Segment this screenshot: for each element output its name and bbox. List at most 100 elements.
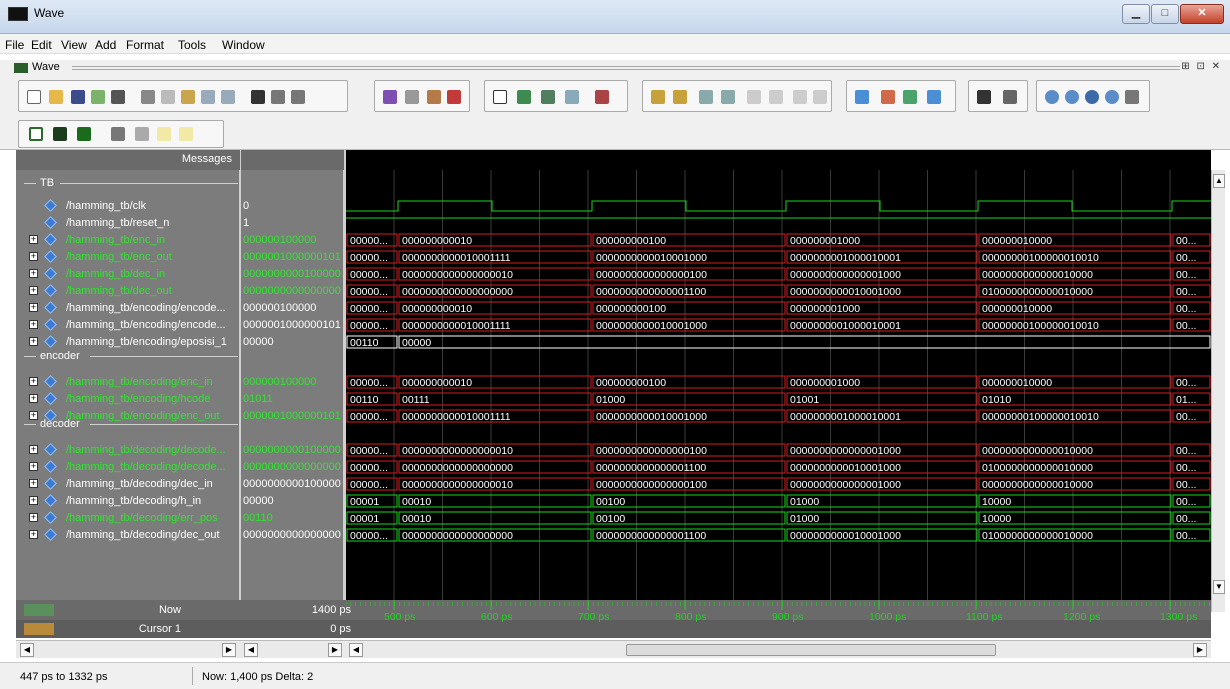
reload-icon[interactable] bbox=[91, 90, 105, 104]
expand-toggle-icon[interactable]: + bbox=[29, 252, 38, 261]
signal-name[interactable]: /hamming_tb/encoding/encode... bbox=[66, 300, 238, 316]
minimize-button[interactable]: ▁ bbox=[1122, 4, 1150, 24]
redo-icon[interactable] bbox=[221, 90, 235, 104]
open-folder-icon[interactable] bbox=[49, 90, 63, 104]
select-mode-icon[interactable] bbox=[493, 90, 507, 104]
cursor-label[interactable]: Cursor 1 bbox=[139, 623, 181, 635]
maximize-button[interactable]: □ bbox=[1151, 4, 1179, 24]
wave-format-icon[interactable] bbox=[29, 127, 43, 141]
now-row-icons[interactable] bbox=[24, 604, 54, 616]
tree-icon[interactable] bbox=[271, 90, 285, 104]
edge-icon[interactable] bbox=[793, 90, 807, 104]
expand-toggle-icon[interactable]: + bbox=[29, 462, 38, 471]
cursor-row-icons[interactable] bbox=[24, 623, 54, 635]
signal-name[interactable]: /hamming_tb/clk bbox=[66, 198, 238, 214]
new-file-icon[interactable] bbox=[27, 90, 41, 104]
signal-name[interactable]: /hamming_tb/encoding/enc_out bbox=[66, 408, 238, 424]
signal-name[interactable]: /hamming_tb/encoding/encode... bbox=[66, 317, 238, 333]
close-button[interactable]: ✕ bbox=[1180, 4, 1224, 24]
scroll-up-icon[interactable]: ▲ bbox=[1213, 174, 1225, 188]
expand-toggle-icon[interactable]: + bbox=[29, 286, 38, 295]
menu-format[interactable]: Format bbox=[126, 38, 164, 52]
edge-icon[interactable] bbox=[769, 90, 783, 104]
wave-format-icon[interactable] bbox=[111, 127, 125, 141]
scroll-down-icon[interactable]: ▼ bbox=[1213, 580, 1225, 594]
group-tb[interactable]: TB bbox=[40, 176, 54, 190]
expand-toggle-icon[interactable]: + bbox=[29, 394, 38, 403]
menu-edit[interactable]: Edit bbox=[31, 38, 52, 52]
expand-toggle-icon[interactable]: + bbox=[29, 235, 38, 244]
wave-format-icon[interactable] bbox=[135, 127, 149, 141]
wave-format-icon[interactable] bbox=[77, 127, 91, 141]
expand-toggle-icon[interactable]: + bbox=[29, 411, 38, 420]
names-scroll-right-icon[interactable]: ▶ bbox=[222, 643, 236, 657]
menu-add[interactable]: Add bbox=[95, 38, 116, 52]
group-encoder[interactable]: encoder bbox=[40, 349, 80, 363]
edge-icon[interactable] bbox=[747, 90, 761, 104]
bookmark-go-icon[interactable] bbox=[903, 90, 917, 104]
expand-toggle-icon[interactable]: + bbox=[29, 320, 38, 329]
copy-icon[interactable] bbox=[161, 90, 175, 104]
menu-tools[interactable]: Tools bbox=[178, 38, 206, 52]
signal-name[interactable]: /hamming_tb/encoding/enc_in bbox=[66, 374, 238, 390]
signal-name[interactable]: /hamming_tb/encoding/hcode bbox=[66, 391, 238, 407]
wave-scroll-right-icon[interactable]: ▶ bbox=[1193, 643, 1207, 657]
edge-icon[interactable] bbox=[813, 90, 827, 104]
signal-name[interactable]: /hamming_tb/decoding/dec_out bbox=[66, 527, 238, 543]
zoom-full-icon[interactable] bbox=[1085, 90, 1099, 104]
expand-toggle-icon[interactable]: + bbox=[29, 496, 38, 505]
zoom-mode-icon[interactable] bbox=[517, 90, 531, 104]
signal-name[interactable]: /hamming_tb/dec_in bbox=[66, 266, 238, 282]
wave-format-icon[interactable] bbox=[53, 127, 67, 141]
step-icon[interactable] bbox=[977, 90, 991, 104]
stop-icon[interactable] bbox=[447, 90, 461, 104]
signal-name[interactable]: /hamming_tb/decoding/h_in bbox=[66, 493, 238, 509]
wave-format-icon[interactable] bbox=[179, 127, 193, 141]
next-edge-icon[interactable] bbox=[673, 90, 687, 104]
zoom-cursor-icon[interactable] bbox=[1105, 90, 1119, 104]
compile-icon[interactable] bbox=[383, 90, 397, 104]
edit-mode-icon[interactable] bbox=[565, 90, 579, 104]
signal-name[interactable]: /hamming_tb/dec_out bbox=[66, 283, 238, 299]
signal-name[interactable]: /hamming_tb/decoding/err_pos bbox=[66, 510, 238, 526]
wave-scroll-thumb[interactable] bbox=[626, 644, 996, 656]
insert-cursor-icon[interactable] bbox=[595, 90, 609, 104]
menu-view[interactable]: View bbox=[61, 38, 87, 52]
values-scroll-left-icon[interactable]: ◀ bbox=[244, 643, 258, 657]
find-icon[interactable] bbox=[251, 90, 265, 104]
expand-toggle-icon[interactable]: + bbox=[29, 513, 38, 522]
zoom-in-icon[interactable] bbox=[1045, 90, 1059, 104]
expand-toggle-icon[interactable]: + bbox=[29, 269, 38, 278]
panel-window-controls[interactable]: ⊞ ⊡ ✕ bbox=[1181, 61, 1222, 72]
print-icon[interactable] bbox=[111, 90, 125, 104]
names-scroll-left-icon[interactable]: ◀ bbox=[20, 643, 34, 657]
signal-name[interactable]: /hamming_tb/decoding/decode... bbox=[66, 442, 238, 458]
menu-window[interactable]: Window bbox=[222, 38, 265, 52]
cut-icon[interactable] bbox=[141, 90, 155, 104]
timeline-ruler[interactable]: 500 ps 600 ps 700 ps 800 ps 900 ps 1000 ps 110… bbox=[346, 600, 1211, 638]
simulate-icon[interactable] bbox=[405, 90, 419, 104]
zoom-out-icon[interactable] bbox=[1065, 90, 1079, 104]
expand-toggle-icon[interactable]: + bbox=[29, 377, 38, 386]
expand-toggle-icon[interactable]: + bbox=[29, 479, 38, 488]
bookmark-remove-icon[interactable] bbox=[927, 90, 941, 104]
horizontal-scrollbar[interactable]: ◀ ▶ ◀ ▶ ◀ ▶ bbox=[16, 640, 1211, 658]
expand-toggle-icon[interactable]: + bbox=[29, 445, 38, 454]
menu-file[interactable]: File bbox=[5, 38, 24, 52]
rising-edge-icon[interactable] bbox=[721, 90, 735, 104]
waveform-canvas[interactable]: 00000... 000000000010 000000000100 00000000… bbox=[346, 170, 1211, 600]
signal-name[interactable]: /hamming_tb/enc_out bbox=[66, 249, 238, 265]
expand-toggle-icon[interactable]: + bbox=[29, 530, 38, 539]
values-scroll-right-icon[interactable]: ▶ bbox=[328, 643, 342, 657]
break-icon[interactable] bbox=[427, 90, 441, 104]
signal-name[interactable]: /hamming_tb/reset_n bbox=[66, 215, 238, 231]
vertical-scrollbar[interactable]: ▲ ▼ bbox=[1211, 170, 1225, 612]
expand-toggle-icon[interactable]: + bbox=[29, 303, 38, 312]
pane-divider[interactable] bbox=[239, 150, 241, 634]
save-icon[interactable] bbox=[71, 90, 85, 104]
bookmark-add-icon[interactable] bbox=[881, 90, 895, 104]
pan-mode-icon[interactable] bbox=[541, 90, 555, 104]
wave-scroll-left-icon[interactable]: ◀ bbox=[349, 643, 363, 657]
prev-edge-icon[interactable] bbox=[651, 90, 665, 104]
signal-name[interactable]: /hamming_tb/decoding/decode... bbox=[66, 459, 238, 475]
